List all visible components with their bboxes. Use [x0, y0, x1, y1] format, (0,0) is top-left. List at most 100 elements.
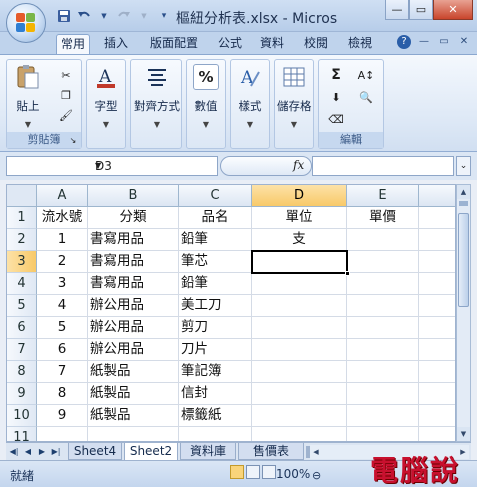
- cell-b7[interactable]: 辦公用品: [88, 339, 179, 361]
- cell-b11[interactable]: [88, 427, 179, 441]
- cells-button[interactable]: 儲存格 ▼: [277, 64, 312, 129]
- alignment-button[interactable]: 對齊方式 ▼: [133, 64, 181, 129]
- cell-c2[interactable]: 鉛筆: [179, 229, 252, 251]
- cell-f9[interactable]: [419, 383, 455, 405]
- cell-c11[interactable]: [179, 427, 252, 441]
- cell-d2[interactable]: 支: [252, 229, 347, 251]
- row-header-1[interactable]: 1: [7, 207, 37, 229]
- cell-d5[interactable]: [252, 295, 347, 317]
- column-header-f[interactable]: [419, 185, 455, 207]
- cell-a11[interactable]: [37, 427, 88, 441]
- cell-d1[interactable]: 單位: [252, 207, 347, 229]
- sheet-tab-sheet2[interactable]: Sheet2: [124, 443, 178, 461]
- chevron-down-icon[interactable]: ▼: [136, 8, 152, 24]
- column-header-d[interactable]: D: [252, 185, 347, 207]
- chevron-down-icon[interactable]: ▼: [96, 8, 112, 24]
- cell-b1[interactable]: 分類: [88, 207, 179, 229]
- dialog-launcher-icon[interactable]: ↘: [67, 134, 79, 146]
- format-painter-icon[interactable]: 🖌: [57, 106, 75, 124]
- cell-c10[interactable]: 標籤紙: [179, 405, 252, 427]
- minimize-icon[interactable]: —: [417, 35, 431, 49]
- row-header-11[interactable]: 11: [7, 427, 37, 441]
- cell-b4[interactable]: 書寫用品: [88, 273, 179, 295]
- name-box[interactable]: D3 ▼: [6, 156, 218, 176]
- cell-c4[interactable]: 鉛筆: [179, 273, 252, 295]
- cell-c3[interactable]: 筆芯: [179, 251, 252, 273]
- cell-a3[interactable]: 2: [37, 251, 88, 273]
- cell-d6[interactable]: [252, 317, 347, 339]
- cell-e9[interactable]: [347, 383, 419, 405]
- scroll-thumb[interactable]: [458, 213, 469, 307]
- customize-qat-icon[interactable]: ▾: [156, 8, 172, 24]
- cell-f7[interactable]: [419, 339, 455, 361]
- office-button[interactable]: [6, 3, 46, 43]
- autosum-icon[interactable]: Σ: [323, 66, 349, 84]
- minimize-button[interactable]: —: [385, 0, 409, 20]
- split-handle[interactable]: [459, 201, 468, 206]
- normal-view-icon[interactable]: [230, 465, 244, 479]
- cell-c7[interactable]: 刀片: [179, 339, 252, 361]
- cell-e1[interactable]: 單價: [347, 207, 419, 229]
- row-header-6[interactable]: 6: [7, 317, 37, 339]
- find-select-icon[interactable]: 🔍: [353, 88, 379, 106]
- expand-formula-bar-icon[interactable]: ⌄: [456, 156, 471, 176]
- copy-icon[interactable]: ❐: [57, 86, 75, 104]
- help-icon[interactable]: ?: [397, 35, 411, 49]
- paste-button[interactable]: 貼上 ▼: [11, 64, 45, 129]
- cell-e6[interactable]: [347, 317, 419, 339]
- cell-e11[interactable]: [347, 427, 419, 441]
- cell-f3[interactable]: [419, 251, 455, 273]
- page-break-view-icon[interactable]: [262, 465, 276, 479]
- cell-d8[interactable]: [252, 361, 347, 383]
- tab-insert[interactable]: 插入: [98, 34, 134, 54]
- cell-c1[interactable]: 品名: [179, 207, 252, 229]
- clear-icon[interactable]: ⌫: [323, 110, 349, 128]
- cell-b9[interactable]: 紙製品: [88, 383, 179, 405]
- cell-b10[interactable]: 紙製品: [88, 405, 179, 427]
- close-button[interactable]: ✕: [433, 0, 473, 20]
- cell-e4[interactable]: [347, 273, 419, 295]
- tab-formulas[interactable]: 公式: [212, 34, 248, 54]
- cell-f11[interactable]: [419, 427, 455, 441]
- cell-a7[interactable]: 6: [37, 339, 88, 361]
- cell-b6[interactable]: 辦公用品: [88, 317, 179, 339]
- sheet-tab-price[interactable]: 售價表: [238, 443, 304, 460]
- cell-e2[interactable]: [347, 229, 419, 251]
- cell-f6[interactable]: [419, 317, 455, 339]
- redo-icon[interactable]: [116, 8, 132, 24]
- zoom-out-button[interactable]: ⊖: [312, 469, 321, 482]
- prev-sheet-icon[interactable]: ◀: [22, 445, 34, 459]
- font-button[interactable]: A 字型 ▼: [89, 64, 123, 129]
- select-all-button[interactable]: [7, 185, 37, 207]
- tab-page-layout[interactable]: 版面配置: [142, 34, 206, 54]
- cell-f5[interactable]: [419, 295, 455, 317]
- formula-input[interactable]: [312, 156, 454, 176]
- first-sheet-icon[interactable]: ◀|: [8, 445, 20, 459]
- undo-icon[interactable]: [76, 8, 92, 24]
- maximize-button[interactable]: ▭: [409, 0, 433, 20]
- cell-a2[interactable]: 1: [37, 229, 88, 251]
- cell-e7[interactable]: [347, 339, 419, 361]
- styles-button[interactable]: A 樣式 ▼: [233, 64, 267, 129]
- scroll-left-icon[interactable]: ◀: [310, 445, 322, 459]
- column-header-a[interactable]: A: [37, 185, 88, 207]
- row-header-9[interactable]: 9: [7, 383, 37, 405]
- row-header-3[interactable]: 3: [7, 251, 37, 273]
- number-button[interactable]: % 數值 ▼: [189, 64, 223, 129]
- cell-d3[interactable]: [252, 251, 347, 273]
- sheet-tab-database[interactable]: 資料庫: [180, 443, 236, 460]
- column-header-c[interactable]: C: [179, 185, 252, 207]
- cell-d7[interactable]: [252, 339, 347, 361]
- cell-a8[interactable]: 7: [37, 361, 88, 383]
- cell-b5[interactable]: 辦公用品: [88, 295, 179, 317]
- column-header-b[interactable]: B: [88, 185, 179, 207]
- cell-d9[interactable]: [252, 383, 347, 405]
- next-sheet-icon[interactable]: ▶: [36, 445, 48, 459]
- cell-e3[interactable]: [347, 251, 419, 273]
- row-header-10[interactable]: 10: [7, 405, 37, 427]
- cell-e5[interactable]: [347, 295, 419, 317]
- sheet-tab-sheet4[interactable]: Sheet4: [68, 443, 122, 460]
- row-header-7[interactable]: 7: [7, 339, 37, 361]
- cell-f2[interactable]: [419, 229, 455, 251]
- cell-a1[interactable]: 流水號: [37, 207, 88, 229]
